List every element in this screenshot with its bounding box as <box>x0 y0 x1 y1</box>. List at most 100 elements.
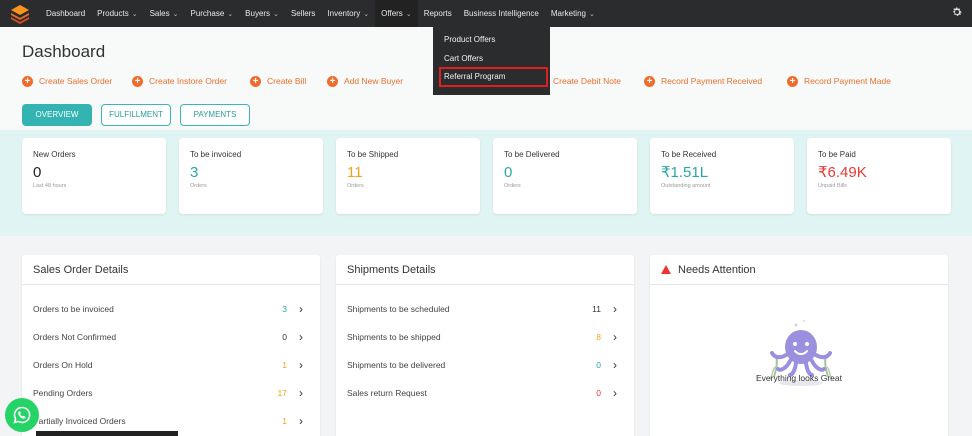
stat-card-to-be-delivered[interactable]: To be Delivered 0 Orders <box>493 138 637 214</box>
tab-fulfillment[interactable]: FULFILLMENT <box>101 104 171 126</box>
stat-label: To be Shipped <box>347 150 399 159</box>
nav-item-sellers[interactable]: Sellers <box>285 0 321 27</box>
nav-menu: Dashboard Products ⌄ Sales ⌄ Purchase ⌄ Buyers ⌄… <box>40 0 601 27</box>
list-item[interactable]: Shipments to be scheduled 11 › <box>336 295 634 323</box>
nav-item-dashboard[interactable]: Dashboard <box>40 0 91 27</box>
list-item[interactable]: Orders On Hold 1 › <box>22 351 320 379</box>
list-item-label: Partially Invoiced Orders <box>33 416 126 426</box>
list-item[interactable]: Orders Not Confirmed 0 › <box>22 323 320 351</box>
sales-order-list: Orders to be invoiced 3 › Orders Not Confir… <box>22 285 320 435</box>
plus-icon: + <box>250 75 261 87</box>
top-nav: Dashboard Products ⌄ Sales ⌄ Purchase ⌄ Buyers ⌄… <box>0 0 972 27</box>
list-item-label: Orders On Hold <box>33 360 93 370</box>
nav-item-label: Marketing <box>550 9 586 18</box>
list-item-count: 0 <box>596 388 601 398</box>
list-item[interactable]: Sales return Request 0 › <box>336 379 634 407</box>
chevron-right-icon[interactable]: › <box>299 386 309 400</box>
plus-icon: + <box>644 75 655 87</box>
list-item-label: Pending Orders <box>33 388 93 398</box>
chevron-down-icon: ⌄ <box>227 10 234 18</box>
plus-icon: + <box>787 75 798 87</box>
nav-item-reports[interactable]: Reports <box>418 0 458 27</box>
list-item-count: 11 <box>592 304 601 314</box>
stat-card-to-be-received[interactable]: To be Received ₹1.51L Outstanding amount <box>650 138 794 214</box>
chevron-down-icon: ⌄ <box>172 10 179 18</box>
plus-icon: + <box>327 75 338 87</box>
create-instore-order-button[interactable]: + Create Instore Order <box>132 74 227 88</box>
nav-item-sales[interactable]: Sales ⌄ <box>144 0 185 27</box>
tab-payments[interactable]: PAYMENTS <box>180 104 250 126</box>
list-item-count: 17 <box>277 388 287 398</box>
chevron-right-icon[interactable]: › <box>299 358 309 372</box>
whatsapp-chat-button[interactable] <box>5 398 39 432</box>
list-item[interactable]: Shipments to be delivered 0 › <box>336 351 634 379</box>
nav-item-label: Inventory <box>327 9 361 18</box>
chevron-right-icon[interactable]: › <box>613 358 623 372</box>
stat-card-to-be-paid[interactable]: To be Paid ₹6.49K Unpaid Bills <box>807 138 951 214</box>
nav-item-label: Sellers <box>290 9 316 18</box>
stat-subtext: Last 48 hours <box>33 183 67 189</box>
create-sales-order-button[interactable]: + Create Sales Order <box>22 74 112 88</box>
list-item-label: Shipments to be delivered <box>347 360 446 370</box>
tab-overview[interactable]: OVERVIEW <box>22 104 92 126</box>
nav-item-offers[interactable]: Offers ⌄ <box>375 0 418 27</box>
stat-subtext: Outstanding amount <box>661 183 711 189</box>
nav-item-business-intelligence[interactable]: Business Intelligence <box>458 0 545 27</box>
nav-item-label: Dashboard <box>46 9 86 18</box>
needs-attention-panel: Needs Attention Everything looks Great <box>650 255 948 436</box>
app-logo[interactable] <box>0 0 40 27</box>
list-item-label: Orders Not Confirmed <box>33 332 117 342</box>
shipments-details-panel: Shipments Details Shipments to be schedu… <box>336 255 634 436</box>
chevron-right-icon[interactable]: › <box>299 302 309 316</box>
nav-item-label: Purchase <box>190 9 225 18</box>
record-payment-made-button[interactable]: + Record Payment Made <box>787 74 891 88</box>
create-bill-button[interactable]: + Create Bill <box>250 74 306 88</box>
dropdown-item-referral-program[interactable]: Referral Program <box>439 67 548 87</box>
chevron-right-icon[interactable]: › <box>613 330 623 344</box>
list-item[interactable]: Shipments to be shipped 8 › <box>336 323 634 351</box>
add-new-buyer-button[interactable]: + Add New Buyer <box>327 74 403 88</box>
list-item[interactable]: Pending Orders 17 › <box>22 379 320 407</box>
list-item-count: 8 <box>596 332 601 342</box>
nav-item-label: Products <box>97 9 129 18</box>
dropdown-item-product-offers[interactable]: Product Offers <box>433 30 550 49</box>
nav-item-inventory[interactable]: Inventory ⌄ <box>321 0 375 27</box>
gear-icon[interactable] <box>950 6 964 20</box>
chevron-right-icon[interactable]: › <box>613 302 623 316</box>
nav-item-label: Business Intelligence <box>463 9 539 18</box>
nav-item-buyers[interactable]: Buyers ⌄ <box>239 0 285 27</box>
record-payment-received-button[interactable]: + Record Payment Received <box>644 74 762 88</box>
stat-label: To be invoiced <box>190 150 242 159</box>
chevron-right-icon[interactable]: › <box>299 330 309 344</box>
nav-item-label: Buyers <box>245 9 271 18</box>
chevron-down-icon: ⌄ <box>405 10 412 18</box>
stat-card-new-orders[interactable]: New Orders 0 Last 48 hours <box>22 138 166 214</box>
list-item-count: 1 <box>282 416 287 426</box>
list-item-count: 0 <box>596 360 601 370</box>
nav-item-products[interactable]: Products ⌄ <box>91 0 143 27</box>
attention-message: Everything looks Great <box>756 373 842 383</box>
chevron-down-icon: ⌄ <box>131 10 138 18</box>
list-item-label: Orders to be invoiced <box>33 304 114 314</box>
stat-value: 0 <box>33 164 42 181</box>
shipments-list: Shipments to be scheduled 11 › Shipments to… <box>336 285 634 407</box>
stat-subtext: Orders <box>347 183 364 189</box>
stat-label: New Orders <box>33 150 76 159</box>
chevron-right-icon[interactable]: › <box>299 414 309 428</box>
nav-item-marketing[interactable]: Marketing ⌄ <box>545 0 601 27</box>
stat-value: 3 <box>190 164 199 181</box>
chevron-right-icon[interactable]: › <box>613 386 623 400</box>
list-item[interactable]: Orders to be invoiced 3 › <box>22 295 320 323</box>
stat-value: ₹6.49K <box>818 164 867 181</box>
stat-card-to-be-shipped[interactable]: To be Shipped 11 Orders <box>336 138 480 214</box>
dashboard-tabs: OVERVIEW FULFILLMENT PAYMENTS <box>22 104 250 126</box>
nav-item-purchase[interactable]: Purchase ⌄ <box>184 0 239 27</box>
nav-item-label: Reports <box>423 9 452 18</box>
stat-card-to-be-invoiced[interactable]: To be invoiced 3 Orders <box>179 138 323 214</box>
stat-label: To be Delivered <box>504 150 560 159</box>
create-debit-note-button[interactable]: Create Debit Note <box>553 74 621 88</box>
panel-title: Sales Order Details <box>22 255 320 285</box>
stat-value: ₹1.51L <box>661 164 709 181</box>
dropdown-item-cart-offers[interactable]: Cart Offers <box>433 49 550 68</box>
stat-subtext: Unpaid Bills <box>818 183 848 189</box>
